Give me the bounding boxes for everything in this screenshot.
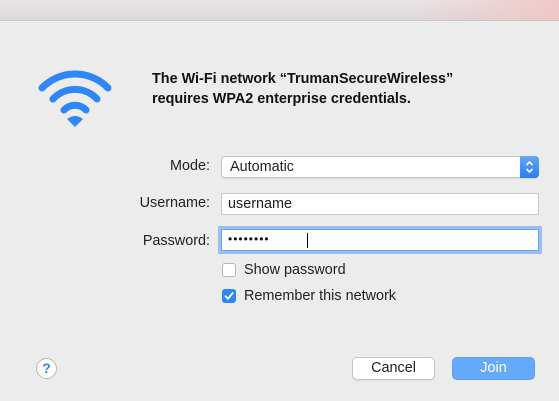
text-caret [307,233,308,248]
username-label: Username: [139,195,210,211]
remember-network-label: Remember this network [244,288,396,304]
mode-select[interactable]: Automatic [221,156,539,178]
password-label: Password: [142,233,210,249]
select-stepper-icon[interactable] [520,156,539,178]
cancel-button[interactable]: Cancel [352,357,435,380]
remember-network-checkbox[interactable] [222,289,236,303]
show-password-checkbox[interactable] [222,263,236,277]
username-input[interactable] [222,194,528,214]
mode-select-value: Automatic [230,159,294,175]
window-titlebar[interactable] [0,0,559,21]
username-field-box [221,193,539,215]
checkmark-icon [224,292,234,300]
help-button[interactable]: ? [36,358,57,379]
wifi-icon [38,70,112,127]
join-button[interactable]: Join [452,357,535,380]
titlebar-accent [419,0,559,20]
mode-label: Mode: [170,158,210,174]
password-masked-value: •••••••• [228,232,270,246]
dialog-message: The Wi-Fi network “TrumanSecureWireless”… [152,71,454,107]
show-password-label: Show password [244,262,346,278]
password-input[interactable]: •••••••• [221,229,539,251]
